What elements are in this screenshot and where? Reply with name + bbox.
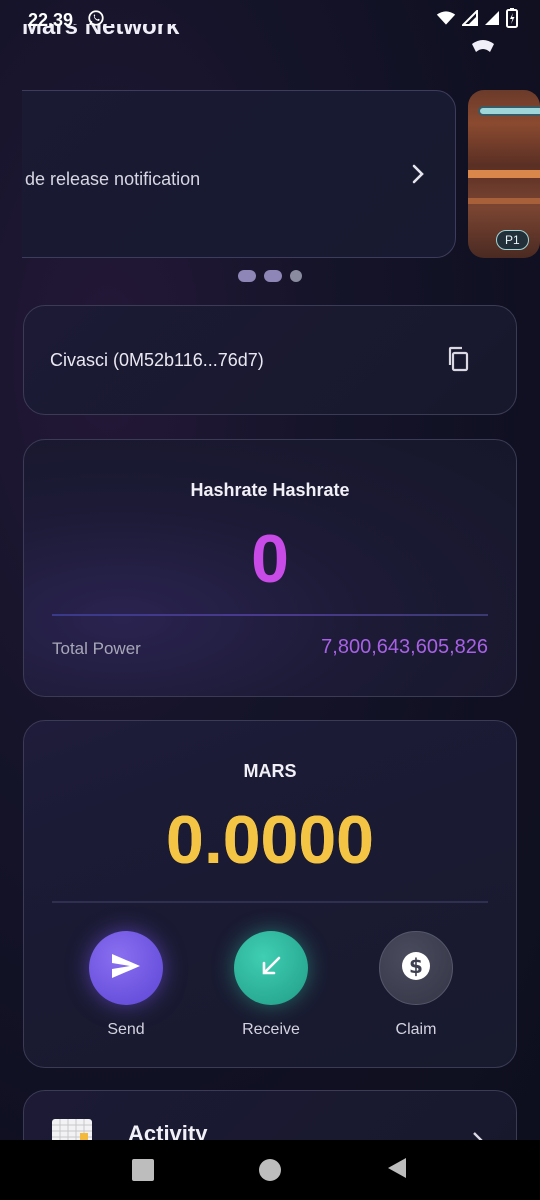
carousel-dot [238, 270, 256, 282]
send-icon [110, 952, 142, 985]
banner-thumbnail[interactable]: P1 [468, 90, 540, 258]
banner-card[interactable]: de release notification [22, 90, 456, 258]
carousel-indicator [0, 270, 540, 282]
carousel-dot [264, 270, 282, 282]
dollar-icon: $ [400, 950, 432, 987]
receive-button[interactable] [234, 931, 308, 1005]
claim-label: Claim [395, 1021, 437, 1038]
wallet-card: Civasci (0M52b116...76d7) [23, 305, 517, 415]
back-button[interactable] [386, 1156, 408, 1185]
navigation-bar [0, 1140, 540, 1200]
total-power-label: Total Power [52, 639, 141, 658]
home-button[interactable] [258, 1159, 281, 1181]
divider [52, 614, 488, 616]
battery-icon [506, 7, 518, 33]
status-time: 22.39 [28, 9, 74, 30]
mars-title: MARS [243, 761, 297, 781]
mars-balance-card: MARS 0.0000 Send Receive $ Claim [23, 720, 517, 1068]
whatsapp-icon [87, 9, 105, 32]
receive-label: Receive [242, 1021, 300, 1038]
status-bar: 22.39 [0, 0, 540, 40]
thumbnail-ledge [468, 198, 540, 204]
copy-icon[interactable] [446, 346, 470, 377]
wallet-address: Civasci (0M52b116...76d7) [50, 350, 264, 370]
wifi-icon [436, 10, 456, 31]
carousel-dot [290, 270, 302, 282]
thumbnail-badge: P1 [496, 230, 529, 250]
hashrate-card: Hashrate Hashrate 0 Total Power 7,800,64… [23, 439, 517, 697]
total-power-value: 7,800,643,605,826 [321, 636, 488, 658]
hashrate-title: Hashrate Hashrate [190, 480, 350, 500]
send-action[interactable]: Send [71, 931, 181, 1039]
send-button[interactable] [89, 931, 163, 1005]
signal-icon [460, 8, 478, 31]
divider [52, 901, 488, 903]
svg-text:$: $ [409, 954, 423, 978]
signal-icon-2 [484, 10, 500, 31]
banner-carousel[interactable]: de release notification P1 [22, 88, 540, 262]
mars-balance: 0.0000 [24, 801, 516, 879]
banner-text: de release notification [25, 169, 201, 189]
thumbnail-bar [478, 106, 540, 116]
claim-button[interactable]: $ [379, 931, 453, 1005]
thumbnail-ledge [468, 170, 540, 178]
send-label: Send [107, 1021, 145, 1038]
claim-action[interactable]: $ Claim [361, 931, 471, 1039]
hashrate-value: 0 [251, 521, 289, 597]
receive-arrow-icon [259, 954, 283, 983]
recents-button[interactable] [132, 1159, 155, 1181]
chevron-right-icon [411, 163, 425, 190]
receive-action[interactable]: Receive [216, 931, 326, 1039]
